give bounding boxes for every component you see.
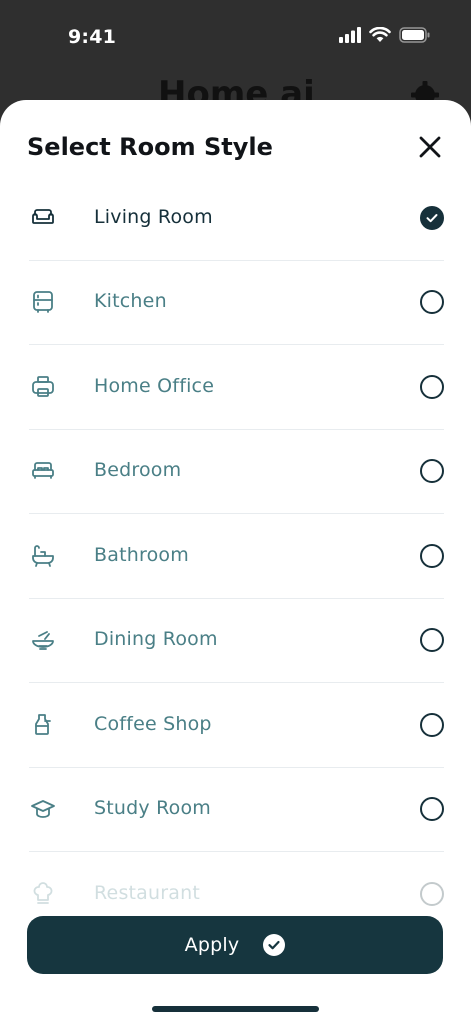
bed-icon xyxy=(32,462,54,480)
bathtub-icon xyxy=(32,544,54,567)
sofa-icon xyxy=(32,208,54,224)
battery-icon xyxy=(399,27,430,43)
status-icons xyxy=(339,27,431,43)
room-option-label: Coffee Shop xyxy=(94,712,212,735)
radio-checked-icon[interactable] xyxy=(420,205,444,230)
room-option-label: Kitchen xyxy=(94,290,167,313)
sheet-title: Select Room Style xyxy=(27,133,273,161)
radio-unchecked-icon[interactable] xyxy=(420,543,444,568)
room-option-label: Bedroom xyxy=(94,459,182,482)
room-option-label: Bathroom xyxy=(94,543,189,566)
room-option-kitchen[interactable]: Kitchen xyxy=(29,261,444,345)
room-option-dining-room[interactable]: Dining Room xyxy=(29,599,444,683)
room-option-bathroom[interactable]: Bathroom xyxy=(29,514,444,599)
room-option-label: Study Room xyxy=(94,797,212,820)
apply-button-label: Apply xyxy=(184,934,240,956)
room-option-label: Restaurant xyxy=(94,882,201,905)
dish-icon xyxy=(32,631,54,651)
wifi-icon xyxy=(369,27,391,42)
fridge-icon xyxy=(33,291,53,314)
close-icon[interactable] xyxy=(416,133,444,161)
radio-unchecked-icon[interactable] xyxy=(420,374,444,399)
cellular-signal-icon xyxy=(339,27,361,43)
room-option-label: Home Office xyxy=(94,374,215,397)
printer-icon xyxy=(32,375,54,397)
radio-unchecked-icon[interactable] xyxy=(420,459,444,484)
check-circle-icon xyxy=(263,934,286,956)
home-indicator[interactable] xyxy=(152,1006,319,1012)
room-style-sheet: Select Room Style Living Room Kitchen Ho… xyxy=(0,100,471,1024)
room-option-home-office[interactable]: Home Office xyxy=(29,345,444,430)
radio-unchecked-icon[interactable] xyxy=(420,882,444,907)
room-option-coffee-shop[interactable]: Coffee Shop xyxy=(29,683,444,768)
radio-unchecked-icon[interactable] xyxy=(420,628,444,653)
graduation-cap-icon xyxy=(31,800,55,819)
apply-button[interactable]: Apply xyxy=(27,916,443,974)
coffee-maker-icon xyxy=(35,713,51,735)
status-bar: 9:41 xyxy=(0,0,471,76)
room-style-list: Living Room Kitchen Home Office Bedroom … xyxy=(0,176,471,937)
room-option-label: Dining Room xyxy=(94,628,218,651)
status-time: 9:41 xyxy=(68,26,117,48)
chef-hat-icon xyxy=(33,882,53,905)
room-option-living-room[interactable]: Living Room xyxy=(29,176,444,261)
radio-unchecked-icon[interactable] xyxy=(420,712,444,737)
room-option-bedroom[interactable]: Bedroom xyxy=(29,430,444,514)
radio-unchecked-icon[interactable] xyxy=(420,290,444,315)
room-option-study-room[interactable]: Study Room xyxy=(29,768,444,852)
sheet-header: Select Room Style xyxy=(27,130,444,164)
room-option-label: Living Room xyxy=(94,205,213,228)
radio-unchecked-icon[interactable] xyxy=(420,797,444,822)
